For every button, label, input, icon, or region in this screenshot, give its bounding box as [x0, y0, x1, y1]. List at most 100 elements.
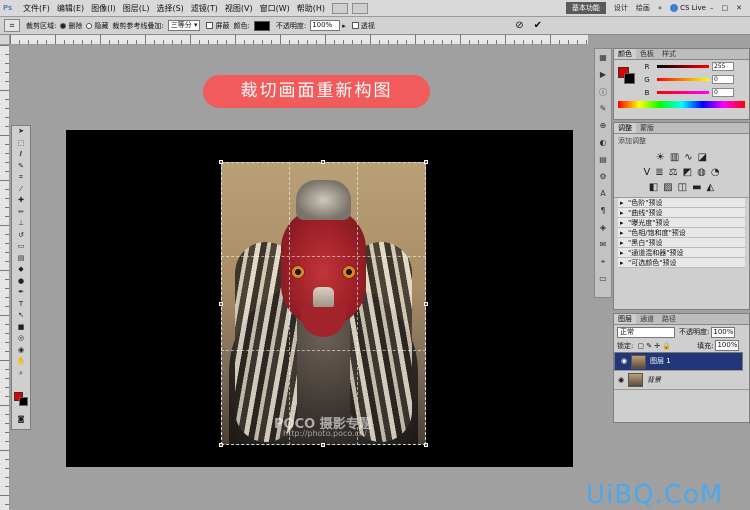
- clone-stamp-icon[interactable]: ⊥: [12, 218, 30, 230]
- layer-row-background[interactable]: ◉ 背景: [614, 371, 749, 390]
- swatches-panel-icon[interactable]: ▤: [595, 155, 611, 168]
- crop-handle-top-left[interactable]: [219, 160, 223, 164]
- lock-icons[interactable]: ▢ ✎ ✛ 🔒: [637, 342, 671, 350]
- minibridge-button[interactable]: [352, 2, 369, 14]
- menu-image[interactable]: 图像(I): [91, 3, 116, 14]
- perspective-checkbox[interactable]: [351, 22, 359, 29]
- levels-icon[interactable]: ▥: [670, 152, 679, 163]
- commit-check-icon[interactable]: ✔: [534, 20, 542, 31]
- crop-bounding-box[interactable]: [221, 162, 426, 445]
- pen-tool-icon[interactable]: ✒: [12, 287, 30, 299]
- dodge-tool-icon[interactable]: ●: [12, 276, 30, 288]
- color-spectrum-bar[interactable]: [618, 101, 745, 108]
- quick-mask-icon[interactable]: ◙: [12, 414, 30, 426]
- clone-source-icon[interactable]: ⊕: [595, 121, 611, 134]
- crop-handle-bottom-left[interactable]: [219, 443, 223, 447]
- overlay-select[interactable]: 三等分 ▾: [167, 20, 201, 31]
- delete-radio[interactable]: [60, 22, 67, 29]
- hide-radio[interactable]: [86, 22, 93, 29]
- brush-tool-icon[interactable]: ✏: [12, 207, 30, 219]
- tab-adjustments[interactable]: 调整: [614, 123, 636, 133]
- tab-swatches[interactable]: 色板: [636, 49, 658, 59]
- crop-tool-preset-icon[interactable]: ⌗: [4, 19, 20, 32]
- opacity-arrow-icon[interactable]: ▸: [342, 22, 346, 30]
- 3d-orbit-icon[interactable]: ◉: [12, 345, 30, 357]
- preset-channel-mixer[interactable]: "通道混和器"预设: [618, 248, 745, 258]
- cs-live-button[interactable]: CS Live: [670, 4, 706, 12]
- invert-icon[interactable]: ◧: [649, 182, 658, 193]
- type-tool-icon[interactable]: T: [12, 299, 30, 311]
- menu-window[interactable]: 窗口(W): [260, 3, 290, 14]
- path-select-icon[interactable]: ↖: [12, 310, 30, 322]
- menu-layer[interactable]: 图层(L): [123, 3, 150, 14]
- preset-hue-saturation[interactable]: "色相/饱和度"预设: [618, 228, 745, 238]
- vibrance-icon[interactable]: V: [643, 167, 650, 178]
- tool-presets-icon[interactable]: ⚙: [595, 172, 611, 185]
- blur-tool-icon[interactable]: ◆: [12, 264, 30, 276]
- lasso-tool-icon[interactable]: ℓ: [12, 149, 30, 161]
- 3d-rotate-icon[interactable]: ◎: [12, 333, 30, 345]
- shield-color-swatch[interactable]: [253, 20, 270, 31]
- tab-color[interactable]: 颜色: [614, 49, 636, 59]
- blue-slider[interactable]: [657, 91, 709, 94]
- selective-color-icon[interactable]: ◭: [707, 182, 715, 193]
- navigator-panel-icon[interactable]: ◐: [595, 138, 611, 151]
- 3d-panel-icon[interactable]: ◈: [595, 223, 611, 236]
- menu-help[interactable]: 帮助(H): [297, 3, 325, 14]
- brightness-icon[interactable]: ☀: [656, 152, 665, 163]
- tab-layers[interactable]: 图层: [614, 314, 636, 324]
- menu-file[interactable]: 文件(F): [23, 3, 50, 14]
- photo-filter-icon[interactable]: ◍: [697, 167, 706, 178]
- bridge-button[interactable]: [332, 2, 349, 14]
- gradient-map-icon[interactable]: ▬: [692, 182, 701, 193]
- workspace-painting[interactable]: 绘画: [636, 3, 650, 13]
- color-fg-bg-swatches[interactable]: [616, 63, 638, 93]
- hue-saturation-icon[interactable]: ≣: [655, 167, 663, 178]
- shield-opacity-input[interactable]: 100%: [310, 20, 341, 31]
- character-panel-icon[interactable]: A: [595, 189, 611, 202]
- preset-exposure[interactable]: "曝光度"预设: [618, 218, 745, 228]
- window-restore-icon[interactable]: □: [722, 4, 729, 12]
- animation-panel-icon[interactable]: ▭: [595, 274, 611, 287]
- curves-icon[interactable]: ∿: [684, 152, 692, 163]
- shape-tool-icon[interactable]: ■: [12, 322, 30, 334]
- menu-select[interactable]: 选择(S): [156, 3, 183, 14]
- green-slider[interactable]: [657, 78, 709, 81]
- actions-panel-icon[interactable]: ▶: [595, 70, 611, 83]
- tab-styles[interactable]: 样式: [658, 49, 680, 59]
- color-panel-bg-swatch[interactable]: [624, 73, 635, 84]
- crop-handle-bottom-right[interactable]: [424, 443, 428, 447]
- preset-levels[interactable]: "色阶"预设: [618, 198, 745, 208]
- crop-handle-middle-right[interactable]: [424, 302, 428, 306]
- menu-view[interactable]: 视图(V): [225, 3, 253, 14]
- workspace-more-icon[interactable]: »: [658, 4, 662, 12]
- cancel-icon[interactable]: ⊘: [515, 20, 523, 31]
- green-value[interactable]: 0: [712, 75, 734, 84]
- horizontal-ruler[interactable]: [10, 35, 588, 45]
- layer-opacity-input[interactable]: 100%: [711, 326, 736, 338]
- history-panel-icon[interactable]: ▦: [595, 53, 611, 66]
- healing-brush-icon[interactable]: ✚: [12, 195, 30, 207]
- posterize-icon[interactable]: ▨: [663, 182, 672, 193]
- red-slider[interactable]: [657, 65, 709, 68]
- eyedropper-tool-icon[interactable]: ⁄: [12, 184, 30, 196]
- tab-paths[interactable]: 路径: [658, 314, 680, 324]
- measurement-panel-icon[interactable]: ⌖: [595, 257, 611, 270]
- black-white-icon[interactable]: ◩: [683, 167, 692, 178]
- window-close-icon[interactable]: ✕: [736, 4, 742, 12]
- blend-mode-select[interactable]: 正常: [617, 326, 675, 338]
- crop-handle-bottom-center[interactable]: [321, 443, 325, 447]
- tab-channels[interactable]: 通道: [636, 314, 658, 324]
- channel-mixer-icon[interactable]: ◔: [711, 167, 720, 178]
- zoom-tool-icon[interactable]: ⌕: [12, 368, 30, 380]
- hand-tool-icon[interactable]: ✋: [12, 356, 30, 368]
- marquee-tool-icon[interactable]: ⬚: [12, 138, 30, 150]
- preset-selective-color[interactable]: "可选颜色"预设: [618, 258, 745, 268]
- crop-handle-top-center[interactable]: [321, 160, 325, 164]
- layer-row-layer1[interactable]: ◉ 图层 1: [614, 352, 743, 371]
- color-balance-icon[interactable]: ⚖: [669, 167, 678, 178]
- vertical-ruler[interactable]: [0, 45, 10, 510]
- shield-checkbox[interactable]: [206, 22, 214, 29]
- window-minimize-icon[interactable]: –: [710, 4, 714, 12]
- workspace-design[interactable]: 设计: [614, 3, 628, 13]
